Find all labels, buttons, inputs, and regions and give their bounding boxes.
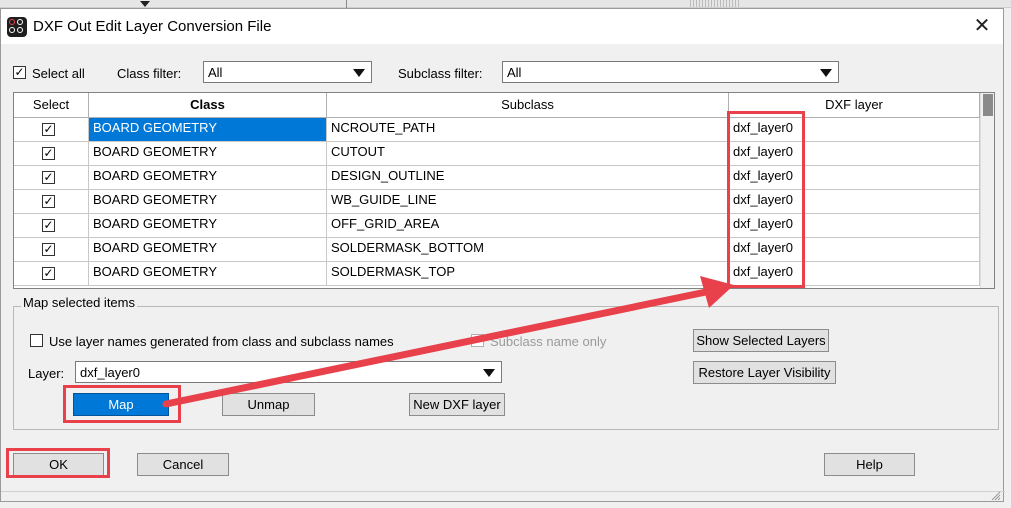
annotation-arrow-icon	[162, 276, 734, 408]
